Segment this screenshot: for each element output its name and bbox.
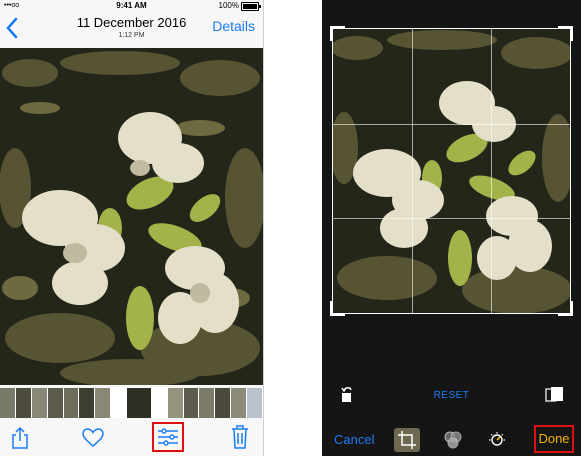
thumbnail-gap xyxy=(151,388,167,418)
thumbnail[interactable] xyxy=(63,388,79,418)
crop-rotate-icon[interactable] xyxy=(394,428,420,452)
thumbnail[interactable] xyxy=(0,388,15,418)
crop-grid-line xyxy=(333,218,570,220)
thumbnail-current[interactable] xyxy=(127,388,151,418)
trash-icon[interactable] xyxy=(230,424,250,450)
thumbnail[interactable] xyxy=(47,388,63,418)
heart-icon[interactable] xyxy=(82,428,104,448)
thumbnail[interactable] xyxy=(15,388,31,418)
crop-grid-line xyxy=(490,29,492,313)
thumbnail[interactable] xyxy=(247,388,262,418)
details-button[interactable]: Details xyxy=(212,18,255,34)
flower-photo xyxy=(0,48,263,385)
share-icon[interactable] xyxy=(10,426,30,450)
thumbnail-gap xyxy=(111,388,126,418)
reset-button[interactable]: RESET xyxy=(322,390,581,401)
adjust-sliders-icon xyxy=(158,428,178,446)
thumbnail[interactable] xyxy=(31,388,47,418)
thumbnail[interactable] xyxy=(215,388,231,418)
battery-icon xyxy=(241,2,261,11)
crop-corner-handle[interactable] xyxy=(558,26,573,41)
edit-crop-screen: RESET Cancel Done xyxy=(322,0,581,456)
thumbnail[interactable] xyxy=(79,388,95,418)
cancel-button[interactable]: Cancel xyxy=(334,432,374,447)
crop-grid-line xyxy=(411,29,413,313)
thumbnail[interactable] xyxy=(167,388,183,418)
thumbnail[interactable] xyxy=(231,388,247,418)
crop-grid-line xyxy=(333,123,570,125)
crop-corner-handle[interactable] xyxy=(330,26,345,41)
nav-bar: 11 December 2016 1:12 PM Details xyxy=(0,12,263,46)
crop-corner-handle[interactable] xyxy=(330,301,345,316)
crop-frame[interactable] xyxy=(330,26,573,316)
thumbnail-strip[interactable] xyxy=(0,388,263,418)
aspect-ratio-icon[interactable] xyxy=(545,386,565,402)
thumbnail[interactable] xyxy=(199,388,215,418)
thumbnail[interactable] xyxy=(183,388,199,418)
edit-adjust-button[interactable] xyxy=(152,422,184,452)
thumbnail[interactable] xyxy=(95,388,111,418)
crop-corner-handle[interactable] xyxy=(558,301,573,316)
battery-percent: 100% xyxy=(218,1,239,10)
photo-view-screen: •••oo 9:41 AM 100% 11 December 2016 1:12… xyxy=(0,0,264,456)
done-button[interactable]: Done xyxy=(534,425,574,453)
status-bar: •••oo 9:41 AM 100% xyxy=(0,0,263,12)
bottom-toolbar xyxy=(0,418,263,456)
filters-icon[interactable] xyxy=(442,430,464,450)
light-adjust-icon[interactable] xyxy=(486,430,508,450)
